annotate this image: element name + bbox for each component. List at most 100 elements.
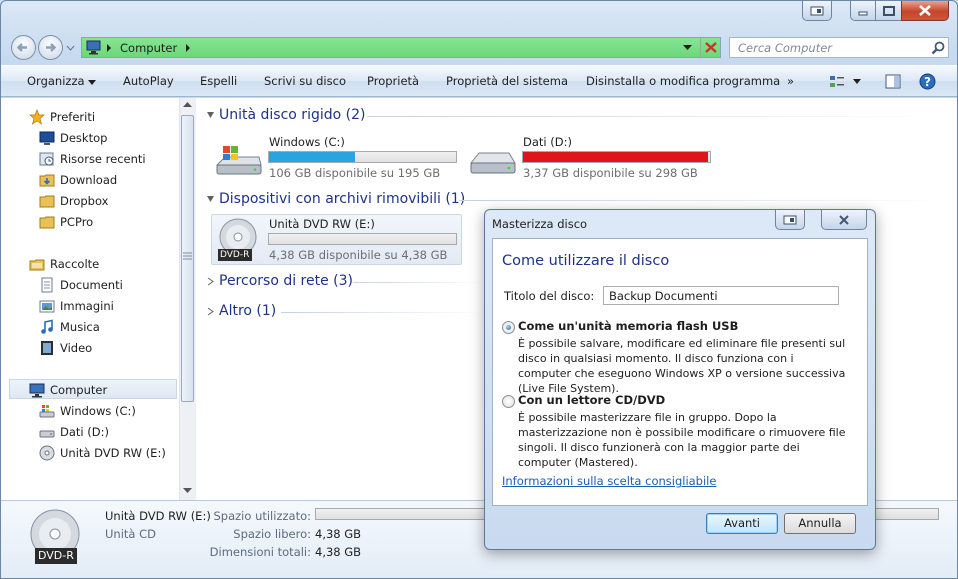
desktop-icon [39,131,55,145]
address-dropdown-icon[interactable] [683,45,692,51]
nav-libraries-label: Raccolte [50,257,100,271]
folder-icon [39,216,55,229]
uninstall-program-button[interactable]: Disinstalla o modifica programma [586,74,780,88]
nav-item-label: Immagini [60,299,114,313]
disc-title-field[interactable]: Backup Documenti [603,286,839,305]
documents-icon [41,277,53,293]
forward-button[interactable] [38,35,63,60]
scroll-down-icon[interactable] [183,488,192,494]
grip-icon [183,252,192,260]
details-name: Unità DVD RW (E:) [105,509,211,523]
eject-button[interactable]: Espelli [200,74,237,88]
nav-item-label: PCPro [60,215,94,229]
next-button[interactable]: Avanti [706,513,778,534]
drive-d-icon [469,152,516,174]
dialog-close-button[interactable] [821,210,867,230]
nav-item-label: Risorse recenti [60,152,146,166]
close-button[interactable] [901,1,949,21]
group-collapse-icon[interactable] [206,111,215,119]
view-options-icon[interactable] [829,74,845,89]
nav-favorites-label: Preferiti [50,110,96,124]
option-cd-radio[interactable] [502,395,515,408]
hard-drive-icon[interactable] [469,143,517,179]
download-folder-icon [39,174,55,187]
dialog-heading: Come utilizzare il disco [502,253,670,269]
nav-item-label: Musica [60,320,100,334]
chevron-down-icon[interactable] [853,79,861,84]
total-size-label: Dimensioni totali: [209,545,311,559]
system-properties-button[interactable]: Proprietà del sistema [446,74,568,88]
group-network[interactable]: Percorso di rete (3) [219,273,353,289]
free-space-label: Spazio libero: [233,527,311,541]
maximize-button[interactable] [875,1,902,21]
autoplay-button[interactable]: AutoPlay [123,74,174,88]
back-arrow-icon [16,43,27,52]
burn-to-disc-button[interactable]: Scrivi su disco [264,74,346,88]
total-size-value: 4,38 GB [315,545,362,559]
close-icon [919,5,931,16]
organize-menu[interactable]: Organizza [27,74,97,88]
drive-e-usage-bar [268,233,457,245]
pictures-icon [39,300,55,313]
help-link[interactable]: Informazioni sulla scelta consigliabile [502,474,716,488]
cancel-button[interactable]: Annulla [784,513,856,534]
back-button[interactable] [11,35,36,60]
dvd-badge: DVD-R [38,549,74,562]
maximize-icon [882,5,895,16]
divider [700,38,701,57]
group-collapse-icon[interactable] [206,195,215,203]
dvd-drive-icon [39,445,55,461]
minimize-button[interactable] [850,1,876,21]
nav-item-label: Desktop [60,131,108,145]
group-hard-drives[interactable]: Unità disco rigido (2) [219,107,365,123]
option-usb-title[interactable]: Come un'unità memoria flash USB [518,319,738,333]
preview-pane-icon[interactable] [885,74,901,90]
option-cd-title[interactable]: Con un lettore CD/DVD [518,393,665,407]
video-icon [41,341,53,355]
nav-item-label: Dati (D:) [60,425,109,439]
option-usb-radio[interactable] [502,321,515,334]
group-divider [281,312,483,313]
dialog-snap-button[interactable] [775,210,805,230]
drive-c-free: 106 GB disponibile su 195 GB [269,166,441,180]
breadcrumb-arrow-icon[interactable] [185,44,191,52]
search-box[interactable]: Cerca Computer [729,37,949,58]
recent-pages-chevron-icon[interactable] [66,44,75,52]
group-other[interactable]: Altro (1) [219,303,276,319]
search-input[interactable]: Cerca Computer [738,41,832,55]
search-icon[interactable] [931,41,945,55]
drive-d-usage-bar [522,151,711,163]
more-commands-button[interactable]: » [787,74,794,88]
drive-c-name[interactable]: Windows (C:) [269,135,345,149]
used-space-label: Spazio utilizzato: [213,509,312,523]
disc-title-value[interactable]: Backup Documenti [609,289,718,303]
windows-drive-icon [39,405,55,418]
drive-c-usage-bar [268,151,457,163]
dvd-disc-icon: DVD-R [216,217,262,263]
option-usb-description: È possibile salvare, modificare ed elimi… [518,337,846,395]
address-bar[interactable]: Computer [81,37,721,58]
minimize-icon [858,11,868,15]
nav-item-label: Dropbox [60,194,109,208]
stop-icon[interactable] [704,41,718,54]
dialog-body: Come utilizzare il disco Titolo del disc… [492,238,868,506]
drive-e-free: 4,38 GB disponibile su 4,38 GB [269,248,448,262]
breadcrumb-arrow-icon[interactable] [106,44,112,52]
drive-e-name[interactable]: Unità DVD RW (E:) [269,217,375,231]
computer-icon [29,383,45,398]
scroll-up-icon[interactable] [183,102,192,108]
help-icon[interactable]: ? [919,73,936,90]
recent-places-icon [39,152,54,166]
group-expand-icon[interactable] [207,307,214,316]
explorer-window: Computer Cerca Computer Organizza AutoPl… [0,0,958,579]
group-divider [459,200,947,201]
group-removable[interactable]: Dispositivi con archivi rimovibili (1) [219,191,465,207]
snap-button[interactable] [802,1,832,21]
properties-button[interactable]: Proprietà [367,74,419,88]
group-expand-icon[interactable] [207,277,214,286]
option-cd-description: È possibile masterizzare file in gruppo.… [518,411,846,469]
windows-drive-icon[interactable] [215,143,263,179]
details-type: Unità CD [105,527,156,541]
breadcrumb-computer[interactable]: Computer [120,41,177,55]
drive-d-name[interactable]: Dati (D:) [523,135,572,149]
